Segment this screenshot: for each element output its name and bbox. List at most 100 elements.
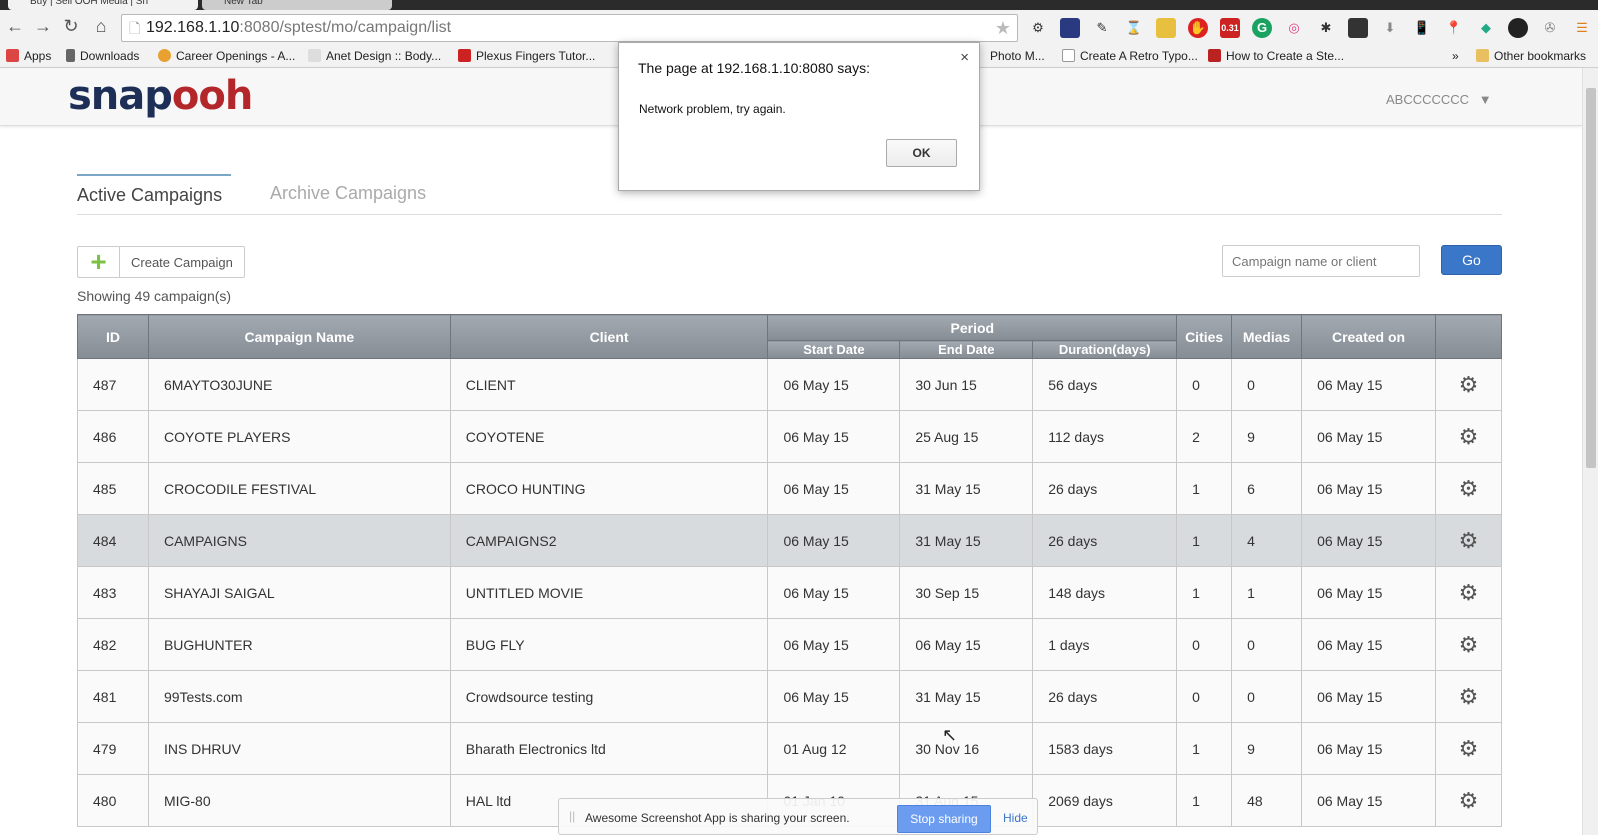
- cell-id: 483: [77, 566, 149, 619]
- snapooh-logo[interactable]: snapooh: [68, 72, 253, 120]
- share-message: Awesome Screenshot App is sharing your s…: [585, 811, 850, 825]
- bookmark-plexus[interactable]: Plexus Fingers Tutor...: [458, 49, 595, 63]
- table-row[interactable]: 484 CAMPAIGNS CAMPAIGNS2 06 May 15 31 May 15…: [77, 514, 1503, 567]
- hourglass-icon[interactable]: ⌛: [1124, 18, 1144, 38]
- cell-medias: 9: [1231, 722, 1303, 775]
- gear-icon[interactable]: ⚙: [1434, 722, 1503, 775]
- browser-tab-new[interactable]: New Tab: [202, 0, 392, 10]
- chrome-menu-icon[interactable]: ☰: [1572, 18, 1592, 38]
- cell-campaign-name: CAMPAIGNS: [147, 514, 451, 567]
- lifebuoy-icon[interactable]: ◎: [1284, 18, 1304, 38]
- gear-icon[interactable]: ⚙: [1434, 774, 1503, 827]
- bookmark-anet[interactable]: Anet Design :: Body...: [308, 49, 441, 63]
- extension-speed-icon[interactable]: [1060, 18, 1080, 38]
- cell-end-date: 25 Aug 15: [899, 410, 1034, 463]
- header-client[interactable]: Client: [449, 314, 769, 359]
- user-menu[interactable]: ABCCCCCCC ▼: [1386, 92, 1492, 107]
- favicon-icon: [158, 49, 171, 62]
- page-scrollbar[interactable]: [1582, 68, 1598, 835]
- bookmark-apps[interactable]: Apps: [6, 49, 51, 63]
- bookmarks-overflow[interactable]: »: [1452, 49, 1459, 63]
- eyedropper-icon[interactable]: ✎: [1092, 18, 1112, 38]
- bookmark-other[interactable]: Other bookmarks: [1476, 49, 1586, 63]
- dialog-message: Network problem, try again.: [639, 102, 786, 116]
- page-icon: 🗋: [129, 20, 141, 36]
- map-pin-icon[interactable]: 📍: [1444, 18, 1464, 38]
- campaign-search-input[interactable]: [1222, 245, 1420, 277]
- gear-icon[interactable]: ⚙: [1434, 670, 1503, 723]
- bookmark-photo[interactable]: Photo M...: [990, 49, 1045, 63]
- go-button[interactable]: Go: [1441, 245, 1502, 275]
- extension-dark-icon[interactable]: [1348, 18, 1368, 38]
- header-created-on[interactable]: Created on: [1301, 314, 1436, 359]
- scrollbar-thumb[interactable]: [1586, 88, 1596, 468]
- browser-tab-strip: Buy | Sell OOH Media | Sn New Tab: [0, 0, 1598, 10]
- cell-id: 481: [77, 670, 149, 723]
- table-row[interactable]: 485 CROCODILE FESTIVAL CROCO HUNTING 06 May…: [77, 462, 1503, 515]
- cell-medias: 0: [1231, 618, 1303, 671]
- header-start-date[interactable]: Start Date: [767, 340, 901, 359]
- cell-campaign-name: 99Tests.com: [147, 670, 451, 723]
- cell-end-date: 06 May 15: [899, 618, 1034, 671]
- settings-gear-icon[interactable]: ⚙: [1028, 18, 1048, 38]
- plus-icon: +: [78, 247, 120, 277]
- cell-duration: 1583 days: [1032, 722, 1178, 775]
- address-bar[interactable]: 🗋 192.168.1.10:8080/sptest/mo/campaign/l…: [121, 14, 1018, 42]
- camera-lens-icon[interactable]: [1508, 18, 1528, 38]
- table-row[interactable]: 487 6MAYTO30JUNE CLIENT 06 May 15 30 Jun 15 5…: [77, 358, 1503, 411]
- stop-sharing-button[interactable]: Stop sharing: [897, 805, 991, 833]
- cell-client: CAMPAIGNS2: [449, 514, 769, 567]
- header-duration[interactable]: Duration(days): [1032, 340, 1178, 359]
- header-actions: [1434, 314, 1503, 359]
- cell-id: 479: [77, 722, 149, 775]
- table-row[interactable]: 479 INS DHRUV Bharath Electronics ltd 01 Au…: [77, 722, 1503, 775]
- table-row[interactable]: 482 BUGHUNTER BUG FLY 06 May 15 06 May 15 1 d…: [77, 618, 1503, 671]
- cell-id: 485: [77, 462, 149, 515]
- header-campaign-name[interactable]: Campaign Name: [147, 314, 451, 359]
- favicon-icon: [308, 49, 321, 62]
- download-cancel-icon[interactable]: ⬇: [1380, 18, 1400, 38]
- create-campaign-button[interactable]: + Create Campaign: [77, 246, 245, 278]
- grammarly-icon[interactable]: G: [1252, 18, 1272, 38]
- cell-cities: 0: [1176, 358, 1233, 411]
- table-row[interactable]: 486 COYOTE PLAYERS COYOTENE 06 May 15 25 Aug…: [77, 410, 1503, 463]
- phone-icon[interactable]: 📱: [1412, 18, 1432, 38]
- close-icon[interactable]: ×: [960, 49, 969, 66]
- timer-badge-icon[interactable]: 0.31: [1220, 18, 1240, 38]
- tab-archive-campaigns[interactable]: Archive Campaigns: [270, 174, 426, 212]
- table-row[interactable]: 483 SHAYAJI SAIGAL UNTITLED MOVIE 06 May 15…: [77, 566, 1503, 619]
- header-period: Period: [767, 314, 1178, 341]
- cell-medias: 0: [1231, 358, 1303, 411]
- bookmark-star-icon[interactable]: ★: [995, 15, 1011, 41]
- gear-icon[interactable]: ⚙: [1434, 410, 1503, 463]
- bookmark-howto[interactable]: How to Create a Ste...: [1208, 49, 1344, 63]
- gear-icon[interactable]: ⚙: [1434, 358, 1503, 411]
- forward-icon[interactable]: →: [32, 16, 54, 37]
- gear-icon[interactable]: ⚙: [1434, 618, 1503, 671]
- bug-icon[interactable]: ✱: [1316, 18, 1336, 38]
- ruler-icon[interactable]: [1156, 18, 1176, 38]
- browser-tab-active[interactable]: Buy | Sell OOH Media | Sn: [8, 0, 198, 10]
- cell-campaign-name: INS DHRUV: [147, 722, 451, 775]
- reload-icon[interactable]: ↻: [60, 16, 82, 37]
- gear-icon[interactable]: ⚙: [1434, 462, 1503, 515]
- drag-handle-icon[interactable]: ||: [569, 809, 575, 823]
- bookmark-career[interactable]: Career Openings - A...: [158, 49, 295, 63]
- arrows-icon[interactable]: ◆: [1476, 18, 1496, 38]
- film-reel-icon[interactable]: ✇: [1540, 18, 1560, 38]
- header-end-date[interactable]: End Date: [899, 340, 1034, 359]
- gear-icon[interactable]: ⚙: [1434, 514, 1503, 567]
- home-icon[interactable]: ⌂: [90, 16, 112, 37]
- tab-active-campaigns[interactable]: Active Campaigns: [77, 174, 231, 214]
- back-icon[interactable]: ←: [4, 16, 26, 37]
- cell-duration: 56 days: [1032, 358, 1178, 411]
- hide-link[interactable]: Hide: [1003, 811, 1028, 825]
- cell-id: 486: [77, 410, 149, 463]
- gear-icon[interactable]: ⚙: [1434, 566, 1503, 619]
- cell-campaign-name: 6MAYTO30JUNE: [147, 358, 451, 411]
- bookmark-retro[interactable]: Create A Retro Typo...: [1062, 49, 1198, 63]
- bookmark-downloads[interactable]: Downloads: [66, 49, 139, 63]
- stop-icon[interactable]: ✋: [1188, 18, 1208, 38]
- ok-button[interactable]: OK: [886, 139, 957, 167]
- table-row[interactable]: 481 99Tests.com Crowdsource testing 06 May …: [77, 670, 1503, 723]
